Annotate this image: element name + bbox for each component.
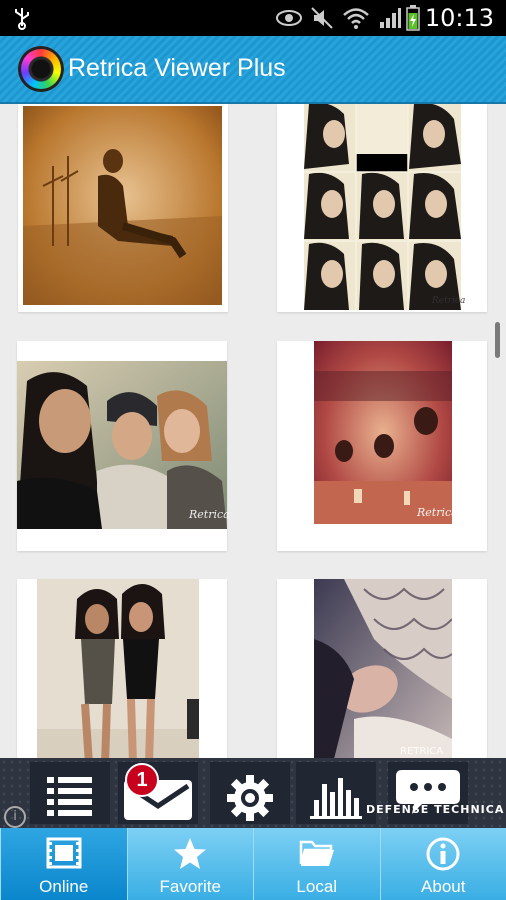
photo-watermark: Retrica bbox=[189, 508, 230, 521]
signal-icon bbox=[380, 8, 401, 28]
tab-favorite[interactable]: Favorite bbox=[126, 828, 253, 900]
ad-brand-text: DEFENSE TECHNICA bbox=[366, 803, 505, 816]
battery-icon bbox=[406, 5, 420, 31]
photo-card[interactable]: Retrica bbox=[277, 341, 487, 551]
tab-about[interactable]: About bbox=[379, 828, 506, 900]
film-icon bbox=[46, 837, 82, 869]
tab-label: Online bbox=[39, 877, 89, 896]
notification-badge: 1 bbox=[125, 763, 159, 797]
usb-icon bbox=[15, 8, 29, 30]
photo-card[interactable] bbox=[17, 579, 227, 758]
photo-watermark: RETRICA bbox=[400, 746, 444, 757]
photo-card[interactable]: Retrica bbox=[277, 104, 487, 312]
photo-card[interactable] bbox=[18, 104, 228, 312]
wifi-icon bbox=[343, 8, 369, 29]
bar-chart-icon bbox=[296, 762, 376, 824]
photo-card[interactable]: Retrica bbox=[17, 341, 230, 551]
photo-thumbnail bbox=[37, 579, 199, 758]
gear-icon bbox=[210, 762, 290, 824]
app-bar: Retrica Viewer Plus bbox=[0, 36, 506, 104]
photo-thumbnail bbox=[314, 341, 452, 524]
photo-card[interactable]: RETRICA bbox=[277, 579, 487, 758]
photo-thumbnail bbox=[17, 361, 227, 529]
tab-label: Favorite bbox=[159, 877, 221, 896]
app-title: Retrica Viewer Plus bbox=[68, 54, 286, 82]
mute-icon bbox=[311, 7, 333, 29]
status-bar: 10:13 bbox=[0, 0, 506, 36]
star-icon bbox=[174, 838, 207, 869]
clock: 10:13 bbox=[424, 4, 494, 32]
photo-watermark: Retrica bbox=[417, 506, 458, 519]
tab-label: About bbox=[421, 877, 466, 896]
photo-thumbnail bbox=[23, 106, 222, 305]
list-icon bbox=[30, 762, 110, 824]
tab-local[interactable]: Local bbox=[253, 828, 380, 900]
photo-thumbnail bbox=[314, 579, 452, 758]
folder-icon bbox=[299, 840, 334, 866]
photo-grid[interactable]: Retrica Retrica Retrica RETRICA bbox=[0, 104, 506, 758]
eye-icon bbox=[276, 10, 302, 26]
scrollbar[interactable] bbox=[495, 322, 500, 358]
ad-info-icon[interactable]: i bbox=[4, 806, 26, 828]
app-logo-icon bbox=[18, 46, 64, 92]
bottom-tab-bar: Online Favorite Local About bbox=[0, 828, 506, 900]
info-icon bbox=[426, 837, 460, 871]
tab-online[interactable]: Online bbox=[0, 828, 127, 900]
tab-label: Local bbox=[296, 877, 338, 896]
photo-watermark: Retrica bbox=[432, 296, 466, 306]
ad-banner[interactable]: i bbox=[0, 758, 506, 828]
photo-thumbnail bbox=[304, 104, 461, 310]
